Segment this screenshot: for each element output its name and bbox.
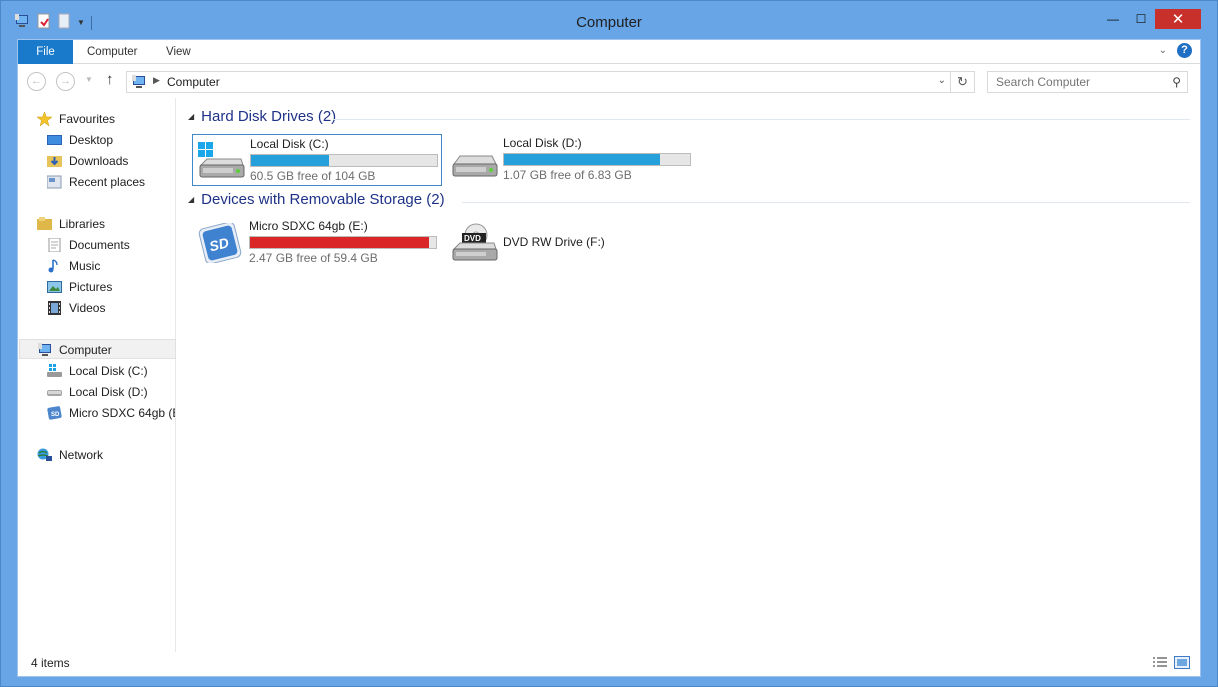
capacity-bar	[250, 154, 438, 167]
drive-local-disk-c[interactable]: Local Disk (C:) 60.5 GB free of 104 GB	[192, 134, 442, 186]
computer-icon	[38, 343, 53, 357]
window-title: Computer	[576, 14, 642, 31]
system-drive-icon	[47, 364, 62, 378]
nav-recent-places[interactable]: Recent places	[47, 172, 172, 192]
svg-text:SD: SD	[51, 412, 60, 418]
drive-name: Local Disk (D:)	[503, 136, 582, 150]
search-icon[interactable]: ⚲	[1172, 75, 1181, 89]
tab-file[interactable]: File	[18, 40, 73, 64]
minimize-button[interactable]: —	[1099, 9, 1127, 29]
address-dropdown-icon[interactable]: ⌄	[938, 75, 946, 86]
nav-micro-sdxc[interactable]: SD Micro SDXC 64gb (E:)	[47, 403, 175, 423]
back-button[interactable]: ←	[27, 72, 46, 91]
recent-places-icon	[47, 175, 62, 189]
drive-name: DVD RW Drive (F:)	[503, 235, 605, 249]
nav-documents[interactable]: Documents	[47, 235, 172, 255]
pictures-icon	[47, 280, 62, 294]
nav-network[interactable]: Network	[37, 445, 172, 465]
drive-local-disk-d[interactable]: Local Disk (D:) 1.07 GB free of 6.83 GB	[446, 134, 696, 186]
nav-computer[interactable]: Computer	[19, 339, 176, 359]
nav-libraries[interactable]: Libraries	[37, 214, 172, 234]
explorer-window: ▼ Computer — ☐ ✕ File Computer View ⌄ ? …	[0, 0, 1218, 687]
svg-text:DVD: DVD	[464, 234, 481, 243]
computer-icon	[132, 75, 148, 92]
refresh-button[interactable]: ↻	[950, 72, 974, 92]
capacity-fill	[250, 237, 429, 248]
search-box[interactable]: ⚲	[987, 71, 1188, 93]
star-icon	[37, 111, 53, 127]
navigation-pane: Favourites Desktop Downloads Recent plac…	[18, 98, 176, 652]
ribbon-tabs: File Computer View ⌄ ?	[18, 40, 1200, 64]
search-input[interactable]	[988, 72, 1158, 92]
music-icon	[47, 259, 62, 273]
drive-name: Micro SDXC 64gb (E:)	[249, 219, 368, 233]
nav-music[interactable]: Music	[47, 256, 172, 276]
drive-free-space: 60.5 GB free of 104 GB	[250, 169, 376, 183]
up-button[interactable]: ↑	[106, 71, 114, 88]
recent-locations-icon[interactable]: ▼	[85, 75, 93, 84]
system-drive-icon	[197, 141, 245, 181]
address-bar[interactable]: ▶ Computer ⌄ ↻	[126, 71, 975, 93]
videos-icon	[47, 301, 62, 315]
hard-drive-icon	[47, 385, 62, 399]
nav-desktop[interactable]: Desktop	[47, 130, 172, 150]
capacity-bar	[503, 153, 691, 166]
maximize-button[interactable]: ☐	[1127, 9, 1155, 29]
group-header-hard-disk-drives[interactable]: ◢ Hard Disk Drives (2)	[188, 108, 336, 125]
item-count: 4 items	[31, 656, 70, 670]
group-divider	[333, 119, 1190, 120]
forward-button[interactable]: →	[56, 72, 75, 91]
group-header-removable-storage[interactable]: ◢ Devices with Removable Storage (2)	[188, 191, 445, 208]
desktop-icon	[47, 133, 62, 147]
nav-downloads[interactable]: Downloads	[47, 151, 172, 171]
nav-local-disk-d[interactable]: Local Disk (D:)	[47, 382, 172, 402]
drive-name: Local Disk (C:)	[250, 137, 329, 151]
drive-dvd-rw[interactable]: DVD DVD RW Drive (F:)	[446, 217, 696, 269]
drive-free-space: 2.47 GB free of 59.4 GB	[249, 251, 378, 265]
collapse-triangle-icon[interactable]: ◢	[188, 112, 194, 121]
dvd-drive-icon: DVD	[450, 223, 498, 263]
collapse-triangle-icon[interactable]: ◢	[188, 195, 194, 204]
capacity-bar	[249, 236, 437, 249]
group-divider	[462, 202, 1190, 203]
drive-micro-sdxc[interactable]: SD Micro SDXC 64gb (E:) 2.47 GB free of …	[192, 217, 442, 269]
sd-card-icon: SD	[47, 406, 62, 420]
breadcrumb-arrow-icon[interactable]: ▶	[153, 75, 160, 86]
documents-icon	[47, 237, 62, 253]
nav-favourites[interactable]: Favourites	[37, 109, 172, 129]
nav-pictures[interactable]: Pictures	[47, 277, 172, 297]
network-icon	[37, 448, 52, 462]
title-bar: ▼ Computer — ☐ ✕	[1, 1, 1217, 39]
help-button[interactable]: ?	[1177, 43, 1192, 58]
hard-drive-icon	[450, 140, 498, 180]
downloads-folder-icon	[47, 154, 62, 168]
navigation-bar: ← → ▼ ↑ ▶ Computer ⌄ ↻ ⚲	[18, 64, 1200, 98]
details-view-icon[interactable]	[1152, 656, 1168, 669]
drive-free-space: 1.07 GB free of 6.83 GB	[503, 168, 632, 182]
capacity-fill	[251, 155, 330, 166]
main-content: ◢ Hard Disk Drives (2) Local Disk (C:) 6…	[178, 98, 1200, 652]
large-icons-view-icon[interactable]	[1174, 656, 1190, 669]
sd-card-icon: SD	[196, 221, 244, 265]
status-bar: 4 items	[18, 650, 1200, 676]
nav-videos[interactable]: Videos	[47, 298, 172, 318]
tab-view[interactable]: View	[152, 40, 205, 64]
libraries-icon	[37, 217, 52, 231]
close-button[interactable]: ✕	[1155, 9, 1201, 29]
breadcrumb-computer[interactable]: Computer	[167, 75, 220, 89]
explorer-content: File Computer View ⌄ ? ← → ▼ ↑ ▶ Compute…	[17, 39, 1201, 677]
nav-local-disk-c[interactable]: Local Disk (C:)	[47, 361, 172, 381]
tab-computer[interactable]: Computer	[73, 40, 152, 64]
capacity-fill	[504, 154, 661, 165]
expand-ribbon-icon[interactable]: ⌄	[1159, 45, 1167, 56]
